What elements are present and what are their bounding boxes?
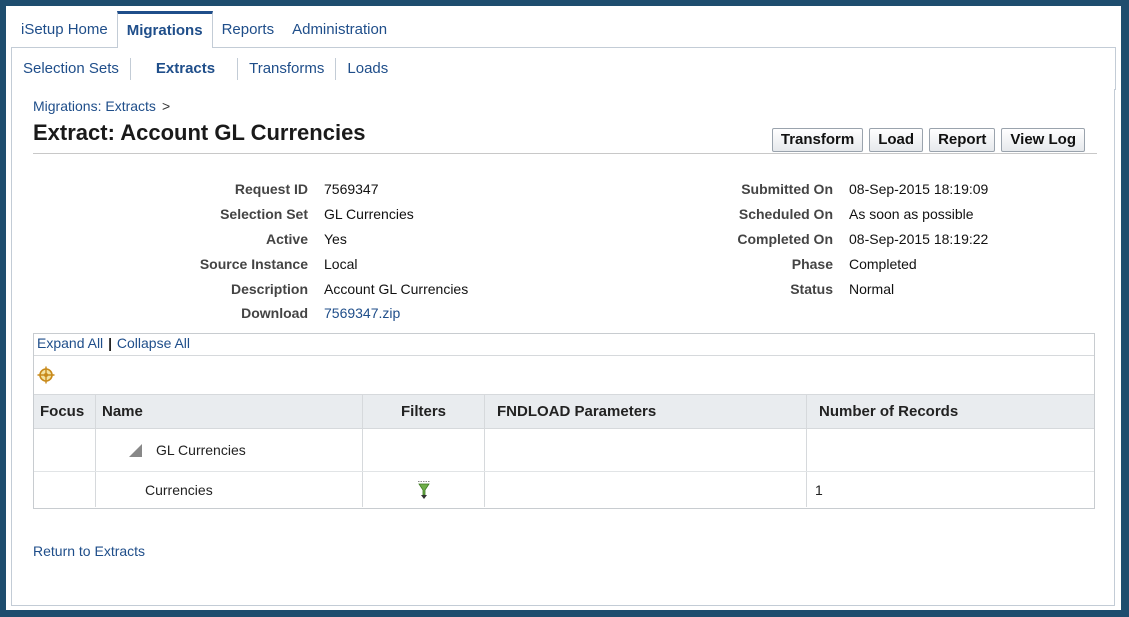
tab-reports[interactable]: Reports [213, 11, 284, 47]
completed-on-value: 08-Sep-2015 18:19:22 [849, 231, 989, 247]
panel-border-left [11, 89, 12, 606]
request-id-label: Request ID [234, 181, 308, 197]
row-name: GL Currencies [156, 442, 246, 458]
download-link[interactable]: 7569347.zip [324, 305, 400, 321]
phase-value: Completed [849, 256, 917, 272]
download-label: Download [241, 305, 308, 321]
subtab-selection-sets[interactable]: Selection Sets [12, 59, 130, 79]
row-name: Currencies [145, 481, 213, 498]
table-row: GL Currencies [34, 429, 1094, 472]
column-header-focus: Focus [40, 403, 85, 420]
tab-administration[interactable]: Administration [283, 11, 396, 47]
panel-border-right [1114, 89, 1115, 606]
load-button[interactable]: Load [869, 128, 924, 152]
active-value: Yes [324, 231, 347, 247]
column-header-filters: Filters [400, 403, 446, 420]
submitted-on-label: Submitted On [741, 181, 833, 197]
scheduled-on-value: As soon as possible [849, 206, 974, 222]
collapse-all-link[interactable]: Collapse All [117, 335, 190, 351]
subtab-transforms[interactable]: Transforms [238, 59, 335, 79]
title-divider [33, 153, 1097, 154]
subtab-loads[interactable]: Loads [336, 59, 399, 79]
tree-node-gl-currencies: GL Currencies [129, 429, 359, 471]
tree-controls: Expand All | Collapse All [34, 334, 1094, 356]
submitted-on-value: 08-Sep-2015 18:19:09 [849, 181, 989, 197]
source-instance-value: Local [324, 256, 358, 272]
return-to-extracts-link[interactable]: Return to Extracts [33, 543, 145, 559]
panel-border-bottom [11, 605, 1115, 606]
view-log-button[interactable]: View Log [1001, 128, 1085, 152]
tab-isetup-home[interactable]: iSetup Home [12, 11, 117, 47]
transform-button[interactable]: Transform [771, 128, 864, 152]
app-window: iSetup Home Migrations Reports Administr… [6, 6, 1121, 610]
status-value: Normal [849, 281, 895, 297]
records-grid: Focus Name Filters FNDLOAD Parameters Nu… [34, 395, 1094, 507]
triangle-expanded-icon[interactable] [129, 443, 142, 457]
expand-all-link[interactable]: Expand All [37, 335, 103, 351]
table-row: Currencies 1 [34, 472, 1094, 507]
active-label: Active [265, 231, 308, 247]
column-header-name: Name [102, 403, 143, 420]
breadcrumb-arrow: > [161, 98, 171, 114]
report-button[interactable]: Report [929, 128, 996, 152]
completed-on-label: Completed On [737, 231, 833, 247]
column-header-fndload-parameters: FNDLOAD Parameters [497, 403, 657, 420]
request-id-value: 7569347 [324, 181, 379, 197]
subtab-extracts[interactable]: Extracts [131, 59, 237, 79]
description-value: Account GL Currencies [324, 281, 469, 297]
filter-funnel-icon[interactable] [416, 480, 432, 500]
extract-tree-table: Expand All | Collapse All Focus Name Fil… [33, 333, 1095, 509]
status-label: Status [790, 281, 833, 297]
column-header-number-of-records: Number of Records [819, 403, 959, 420]
focus-toolbar [34, 356, 1094, 395]
table-header-row: Focus Name Filters FNDLOAD Parameters Nu… [34, 395, 1094, 429]
row-records [819, 429, 1089, 471]
page-title: Extract: Account GL Currencies [33, 120, 366, 145]
subtab-bar: Selection Sets Extracts Transforms Loads [11, 47, 1116, 90]
description-label: Description [230, 281, 308, 297]
tree-controls-separator: | [108, 335, 112, 351]
action-buttons: Transform Load Report View Log [771, 128, 1085, 152]
breadcrumb-link-extracts[interactable]: Migrations: Extracts [33, 98, 156, 114]
filter-cell [363, 472, 484, 507]
row-records: 1 [815, 481, 823, 498]
crosshair-target-icon[interactable] [37, 366, 55, 384]
scheduled-on-label: Scheduled On [738, 206, 833, 222]
main-tabs: iSetup Home Migrations Reports Administr… [12, 11, 396, 48]
tab-migrations[interactable]: Migrations [116, 11, 213, 48]
source-instance-label: Source Instance [199, 256, 308, 272]
breadcrumb: Migrations: Extracts > [33, 98, 170, 114]
phase-label: Phase [791, 256, 833, 272]
selection-set-value: GL Currencies [324, 206, 414, 222]
selection-set-label: Selection Set [220, 206, 308, 222]
